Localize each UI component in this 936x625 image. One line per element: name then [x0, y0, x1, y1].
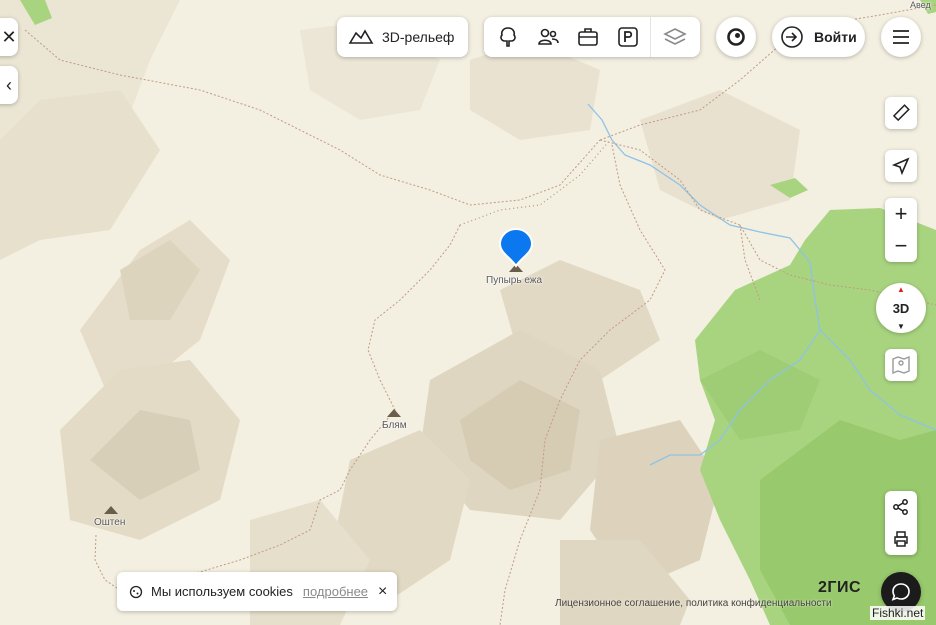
print-icon[interactable]	[892, 523, 910, 555]
ring-icon	[725, 26, 747, 48]
cookies-close-button[interactable]: ×	[378, 583, 387, 601]
layers-toolbar	[484, 17, 700, 57]
parking-layer-icon[interactable]	[616, 25, 640, 49]
relief-3d-icon	[348, 28, 374, 46]
relief-3d-button[interactable]: 3D-рельеф	[337, 17, 468, 57]
cookies-banner: Мы используем cookies подробнее ×	[117, 572, 397, 611]
login-button[interactable]: Войти	[772, 17, 865, 57]
compass-south-arrow-icon: ▼	[897, 322, 905, 331]
relief-3d-label: 3D-рельеф	[382, 29, 455, 45]
close-icon: ✕	[1, 26, 17, 47]
navigation-arrow-icon	[892, 157, 910, 175]
cookies-more-link[interactable]: подробнее	[303, 584, 368, 599]
brand-logo: 2ГИС	[818, 579, 862, 596]
chat-bubble-icon	[890, 581, 912, 603]
map-label-oshten: Оштен	[94, 517, 126, 528]
zoom-controls: + −	[885, 198, 917, 262]
profile-round-button[interactable]	[716, 17, 756, 57]
cookies-text: Мы используем cookies	[151, 584, 293, 599]
zoom-in-icon[interactable]: +	[895, 198, 908, 230]
toolbar-divider	[650, 17, 651, 57]
my-location-button[interactable]	[885, 150, 917, 182]
compass-3d-button[interactable]: ▲ 3D ▼	[876, 283, 926, 333]
ruler-icon	[891, 103, 911, 123]
compass-north-arrow-icon: ▲	[897, 285, 905, 294]
location-pin-icon[interactable]	[497, 226, 535, 268]
parks-layer-icon[interactable]	[496, 25, 520, 49]
ruler-button[interactable]	[885, 97, 917, 129]
legal-links[interactable]: Лицензионное соглашение, политика конфид…	[555, 598, 832, 609]
close-panel-button[interactable]: ✕	[0, 18, 18, 56]
map-label-corner: Авед	[910, 0, 931, 10]
cookie-icon	[129, 585, 143, 599]
share-print-controls	[885, 491, 917, 555]
map-pin-icon	[891, 355, 911, 375]
compass-3d-label: 3D	[892, 300, 910, 316]
login-icon	[780, 25, 804, 49]
map-label-blyam: Блям	[382, 420, 407, 431]
share-icon[interactable]	[892, 491, 910, 523]
zoom-out-icon[interactable]: −	[895, 230, 908, 262]
map-canvas[interactable]	[0, 0, 936, 625]
briefcase-layer-icon[interactable]	[576, 25, 600, 49]
layers-icon[interactable]	[663, 25, 687, 49]
watermark: Fishki.net	[870, 606, 926, 620]
menu-button[interactable]	[881, 17, 921, 57]
collapse-panel-button[interactable]: ‹	[0, 66, 18, 104]
people-layer-icon[interactable]	[536, 25, 560, 49]
hamburger-menu-icon	[891, 29, 911, 45]
map-mode-button[interactable]	[885, 349, 917, 381]
map-label-pupyr: Пупырь ежа	[486, 275, 543, 286]
chevron-left-icon: ‹	[6, 74, 12, 95]
login-label: Войти	[814, 29, 857, 45]
